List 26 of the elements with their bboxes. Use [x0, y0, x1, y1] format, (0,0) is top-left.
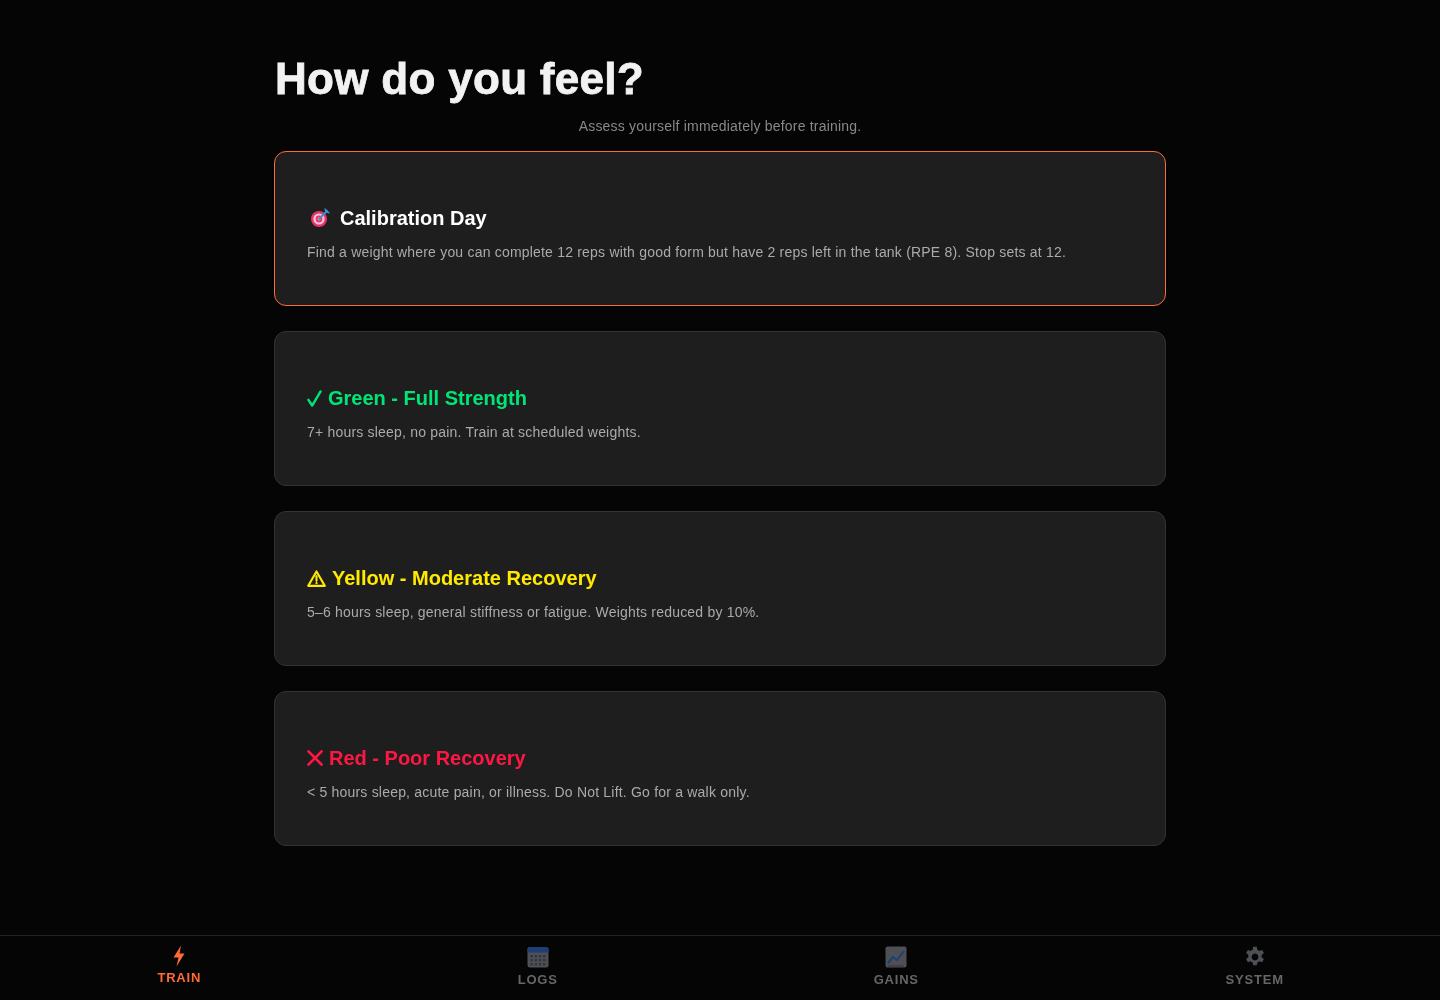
option-card[interactable]: Yellow - Moderate Recovery 5–6 hours sleep, general stiffness or fatigue. Weights reduced by 10%.: [274, 511, 1166, 666]
nav-tab[interactable]: LOGS: [511, 936, 564, 1000]
option-card[interactable]: Red - Poor Recovery < 5 hours sleep, acute pain, or illness. Do Not Lift. Go for a walk only.: [274, 691, 1166, 846]
check-icon: [307, 389, 322, 407]
option-card[interactable]: Calibration Day Find a weight where you can complete 12 reps with good form but have 2 reps left in the tank (RPE 8). Stop sets at 12.: [274, 151, 1166, 306]
card-title: Calibration Day: [340, 206, 487, 230]
card-description: < 5 hours sleep, acute pain, or illness. Do Not Lift. Go for a walk only.: [307, 783, 751, 802]
page-title: How do you feel?: [275, 53, 646, 105]
card-title: Green - Full Strength: [328, 386, 527, 410]
cross-icon: [307, 750, 323, 766]
nav-tab[interactable]: GAINS: [867, 936, 925, 1000]
card-description: Find a weight where you can complete 12 reps with good form but have 2 reps left in the tank (RPE 8). Stop sets at 12.: [307, 243, 1067, 262]
page-subtitle: Assess yourself immediately before training.: [577, 117, 863, 136]
card-description: 7+ hours sleep, no pain. Train at scheduled weights.: [307, 423, 642, 442]
card-title: Red - Poor Recovery: [329, 746, 526, 770]
card-description: 5–6 hours sleep, general stiffness or fatigue. Weights reduced by 10%.: [307, 603, 761, 622]
calendar-icon: [526, 946, 549, 968]
target-icon: [310, 208, 330, 228]
card-title: Yellow - Moderate Recovery: [332, 566, 597, 590]
option-card[interactable]: Green - Full Strength 7+ hours sleep, no pain. Train at scheduled weights.: [274, 331, 1166, 486]
warning-icon: [307, 569, 326, 587]
nav-tab[interactable]: SYSTEM: [1219, 936, 1290, 1000]
lightning-icon: [172, 945, 187, 967]
gear-icon: [1243, 946, 1266, 968]
nav-tab[interactable]: TRAIN: [151, 936, 208, 1000]
chart-icon: [885, 946, 908, 968]
